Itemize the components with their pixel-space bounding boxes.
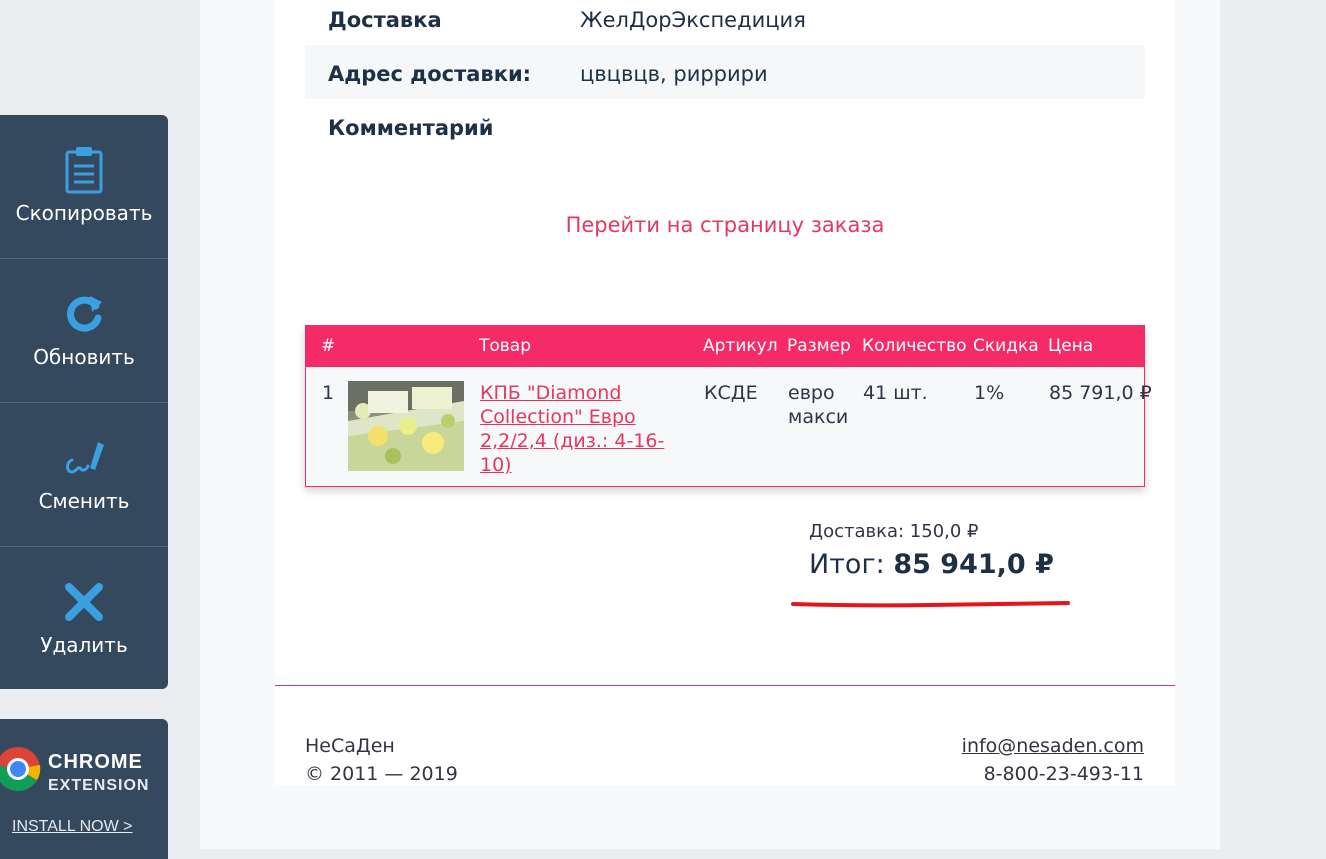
header-discount: Скидка [973,336,1039,356]
copy-label: Скопировать [15,201,153,225]
row-qty: 41 шт. [863,382,928,404]
copy-button[interactable]: Скопировать [0,115,168,258]
address-value: цвцвцв, риррири [580,62,768,86]
change-button[interactable]: Сменить [0,403,168,546]
action-sidebar: Скопировать Обновить Сменить Удалить [0,115,168,689]
delete-button[interactable]: Удалить [0,547,168,690]
edit-pen-icon [62,433,106,483]
delete-x-icon [64,577,104,627]
row-size: евро макси [788,381,848,429]
table-header: # Товар Артикул Размер Количество Скидка… [305,325,1145,367]
address-row: Адрес доставки: цвцвцв, риррири [305,45,1145,99]
footer-copyright: © 2011 — 2019 [305,763,458,785]
product-line[interactable]: Collection" Евро [480,406,636,428]
chrome-title: CHROME [48,751,143,773]
comment-key: Комментарий [328,116,494,140]
size-line: евро [788,382,835,404]
row-price: 85 791,0 ₽ [1049,382,1152,404]
size-line: макси [788,406,849,428]
total-value: 85 941,0 ₽ [893,549,1054,580]
refresh-button[interactable]: Обновить [0,259,168,402]
footer-divider [275,685,1175,686]
chrome-subtitle: EXTENSION [48,777,150,794]
delivery-cost: Доставка: 150,0 ₽ [809,521,979,542]
product-name-link[interactable]: КПБ "Diamond Collection" Евро 2,2/2,4 (д… [480,381,690,477]
header-product: Товар [479,336,532,356]
total-label: Итог: [809,549,885,580]
header-qty: Количество [862,336,967,356]
header-num: # [321,336,336,356]
order-total: Итог: 85 941,0 ₽ [809,549,1054,580]
row-discount: 1% [974,382,1005,404]
refresh-label: Обновить [33,345,135,369]
product-thumbnail[interactable] [348,381,464,471]
header-sku: Артикул [703,336,778,356]
delivery-key: Доставка [328,8,442,32]
header-size: Размер [787,336,851,356]
table-row: 1 КПБ "Diamond Collection" Евро 2,2/2,4 … [305,367,1152,487]
product-line[interactable]: КПБ "Diamond [480,382,621,404]
address-key: Адрес доставки: [328,62,532,86]
chrome-extension-promo[interactable]: CHROME EXTENSION INSTALL NOW > [0,719,168,859]
comment-row: Комментарий [305,99,1145,153]
product-line[interactable]: 2,2/2,4 (диз.: 4-16-10) [480,430,664,476]
goto-order-page-link[interactable]: Перейти на страницу заказа [305,213,1145,237]
row-num: 1 [322,382,335,404]
order-items-table: # Товар Артикул Размер Количество Скидка… [305,325,1152,487]
chrome-logo-icon [0,745,42,798]
row-sku: КСДЕ [704,382,758,404]
red-underline-annotation [791,601,1070,608]
refresh-icon [62,289,106,339]
footer-brand: НеСаДен [305,735,395,757]
footer-phone: 8-800-23-493-11 [983,763,1144,785]
header-price: Цена [1048,336,1094,356]
delete-label: Удалить [40,633,128,657]
install-now-link[interactable]: INSTALL NOW > [12,818,132,836]
footer-email-link[interactable]: info@nesaden.com [962,735,1144,757]
change-label: Сменить [38,489,130,513]
delivery-value: ЖелДорЭкспедиция [580,8,806,32]
clipboard-icon [64,145,104,195]
